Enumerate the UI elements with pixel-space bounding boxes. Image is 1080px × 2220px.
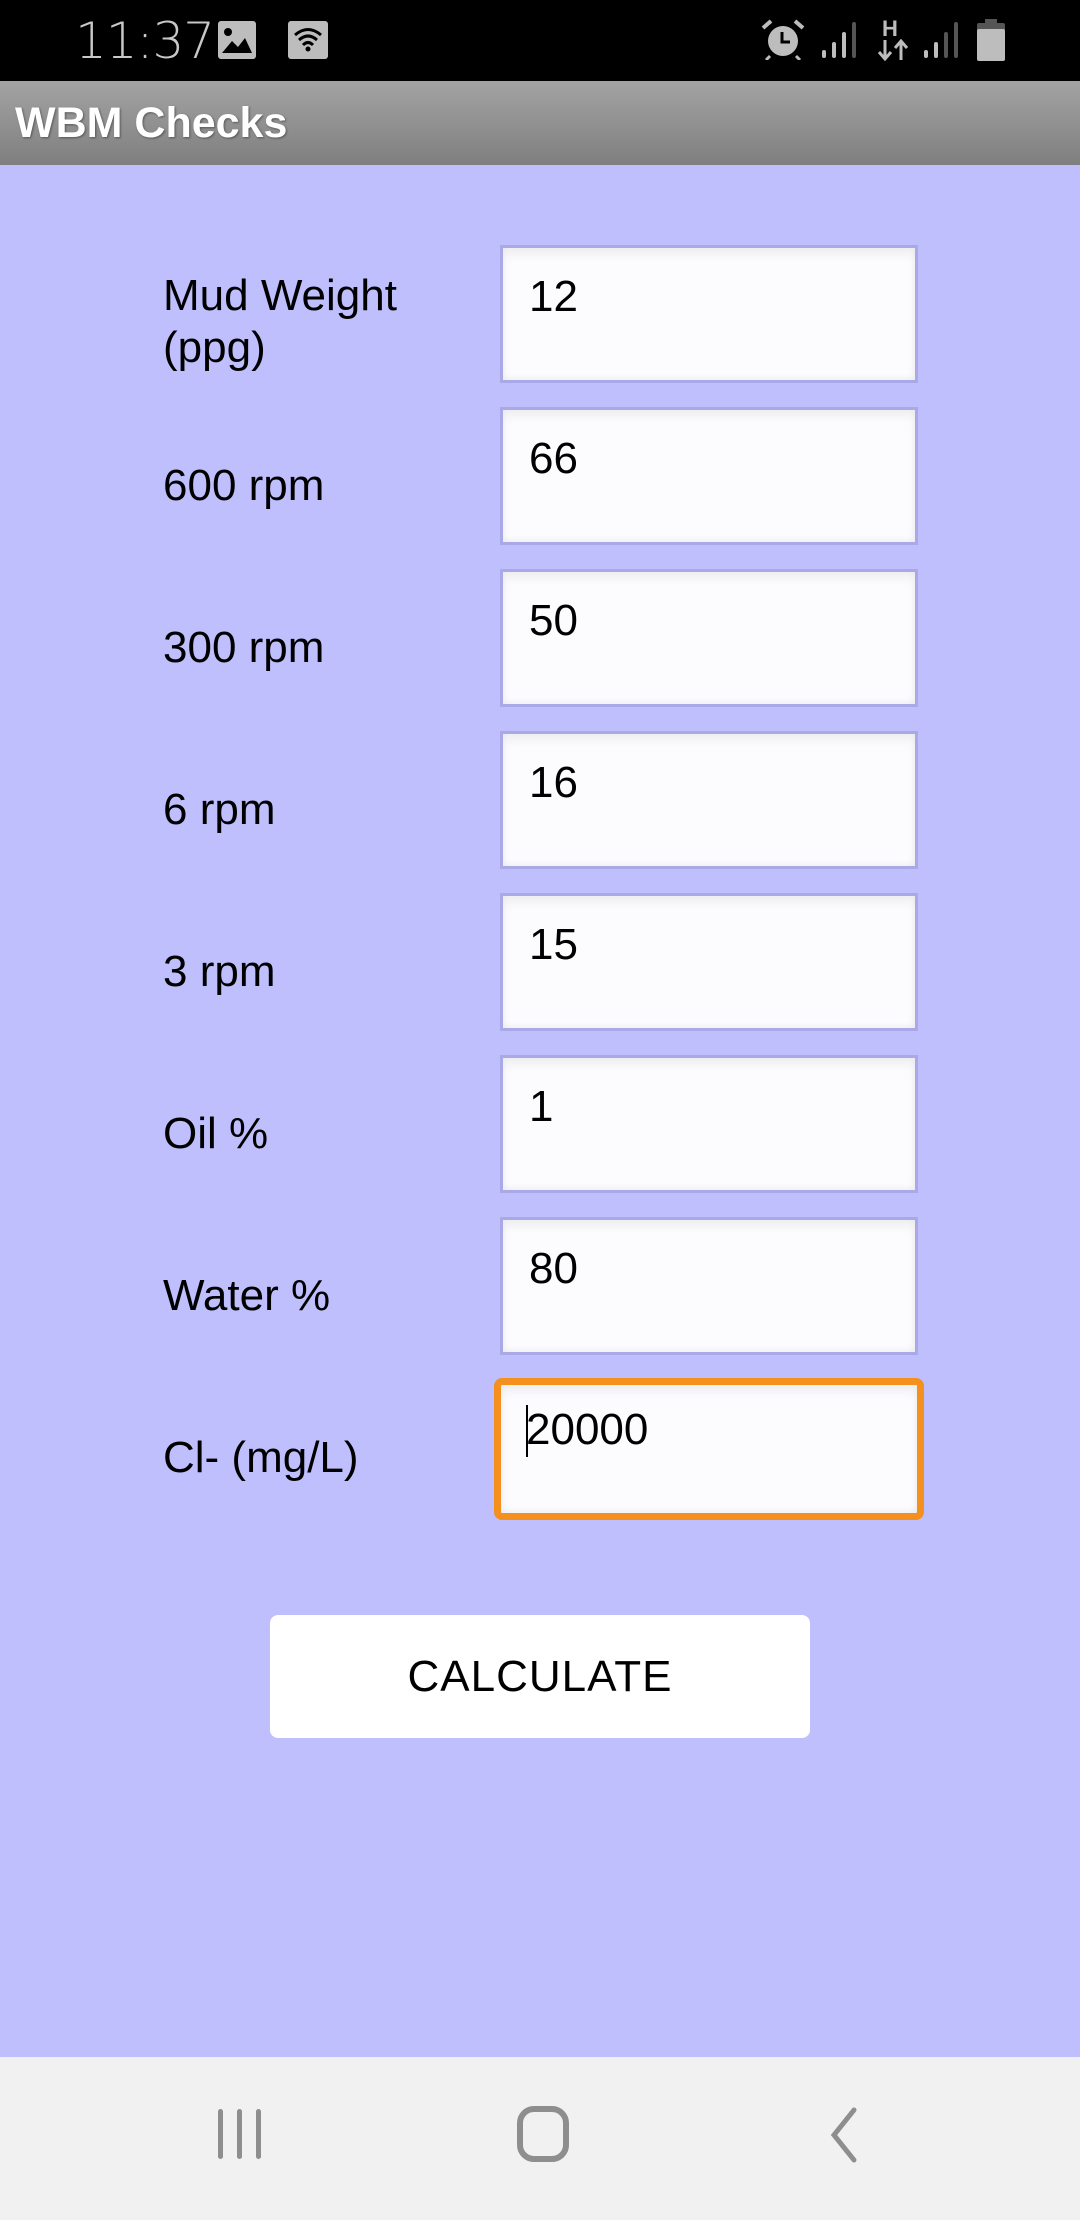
chloride-value: 20000 [526,1405,649,1454]
mud-weight-value: 12 [529,272,578,321]
field-label-water-percent: Water % [163,1271,331,1320]
app-bar: WBM Checks [0,81,1080,165]
signal-icon [822,22,856,58]
rpm-6-value: 16 [529,758,578,807]
field-label-mud-weight: Mud Weight (ppg) [163,271,397,372]
chloride-input[interactable]: 20000 [494,1378,924,1520]
oil-percent-value: 1 [529,1082,554,1131]
water-percent-input[interactable]: 80 [500,1217,918,1355]
field-label-6-rpm: 6 rpm [163,785,276,834]
oil-percent-input[interactable]: 1 [500,1055,918,1193]
battery-icon [977,19,1005,61]
field-label-chloride: Cl- (mg/L) [163,1433,359,1482]
field-label-oil-percent: Oil % [163,1109,269,1158]
gallery-icon [218,21,256,59]
water-percent-value: 80 [529,1244,578,1293]
field-label-3-rpm: 3 rpm [163,947,276,996]
alarm-icon [761,19,805,60]
mud-weight-input[interactable]: 12 [500,245,918,383]
h-data-icon: H [876,16,910,62]
signal-icon [924,22,958,58]
status-bar: 11:37 H [0,0,1080,81]
rpm-3-value: 15 [529,920,578,969]
system-nav-bar [0,2057,1080,2220]
rpm-600-input[interactable]: 66 [500,407,918,545]
rpm-300-value: 50 [529,596,578,645]
back-icon[interactable] [824,2107,864,2163]
home-icon[interactable] [516,2105,572,2165]
status-time: 11:37 [75,12,215,70]
rpm-6-input[interactable]: 16 [500,731,918,869]
rpm-600-value: 66 [529,434,578,483]
field-label-600-rpm: 600 rpm [163,461,325,510]
app-title: WBM Checks [15,99,288,147]
recent-apps-icon[interactable] [214,2107,266,2163]
field-label-300-rpm: 300 rpm [163,623,325,672]
rpm-300-input[interactable]: 50 [500,569,918,707]
calculate-button[interactable]: CALCULATE [270,1615,810,1738]
wifi-hotspot-icon [288,21,328,59]
rpm-3-input[interactable]: 15 [500,893,918,1031]
